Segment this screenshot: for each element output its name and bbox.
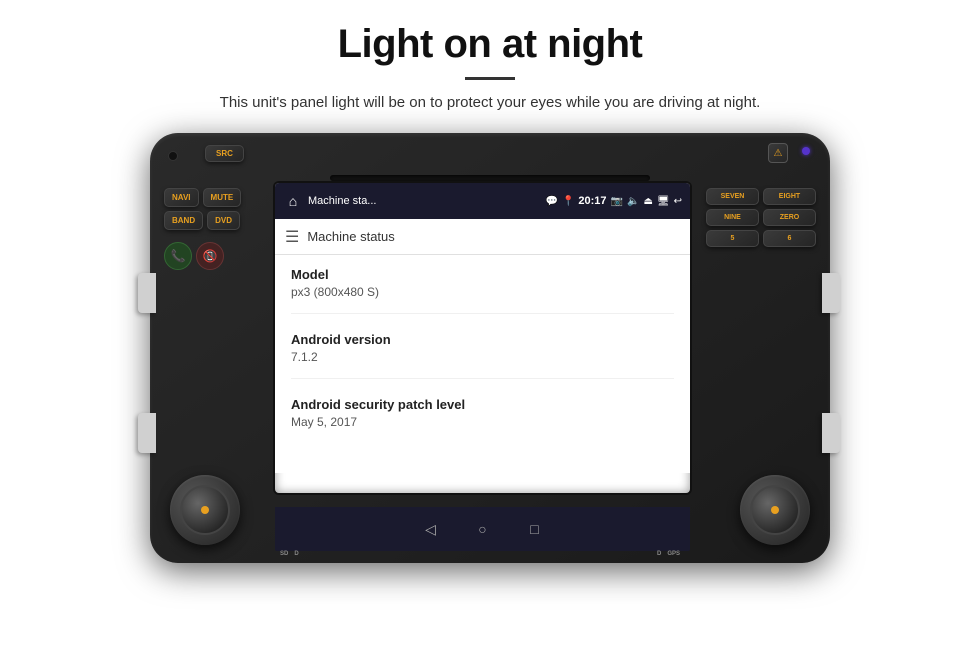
- android-statusbar: ⌂ Machine sta... 💬 📍 20:17 📷 🔈 ⏏ 🖥 ↩: [275, 183, 690, 219]
- right-buttons-panel: SEVEN EIGHT NINE ZERO 5 6: [706, 188, 816, 247]
- title-divider: [465, 77, 515, 80]
- left-tab-1: [138, 273, 156, 313]
- six-button[interactable]: 6: [763, 230, 816, 247]
- right-tabs: [822, 223, 842, 503]
- nav-recent-button[interactable]: □: [521, 515, 549, 543]
- page-subtitle: This unit's panel light will be on to pr…: [220, 94, 761, 111]
- warning-icon: ⚠: [768, 143, 788, 163]
- nine-button[interactable]: NINE: [706, 209, 759, 226]
- right-knob-inner: [750, 485, 800, 535]
- security-patch-value: May 5, 2017: [291, 415, 674, 429]
- right-knob-dot: [771, 506, 779, 514]
- menu-icon[interactable]: ☰: [285, 227, 299, 247]
- android-version-section: Android version 7.1.2: [291, 332, 674, 379]
- sd-label: SD: [280, 551, 288, 557]
- band-dvd-row: BAND DVD: [164, 211, 264, 230]
- android-version-label: Android version: [291, 332, 674, 347]
- page-container: Light on at night This unit's panel ligh…: [0, 0, 980, 655]
- statusbar-title: Machine sta...: [308, 195, 541, 207]
- head-unit: SRC ⚠ NAVI MUTE BAND: [150, 133, 830, 563]
- src-button[interactable]: SRC: [205, 145, 244, 162]
- model-value: px3 (800x480 S): [291, 285, 674, 299]
- left-tabs: [138, 223, 158, 503]
- right-tab-1: [822, 273, 840, 313]
- d-label: D: [294, 551, 298, 557]
- android-navbar: ◁ ○ □: [275, 507, 690, 551]
- statusbar-icons: 💬 📍 20:17 📷 🔈 ⏏ 🖥 ↩: [546, 195, 683, 207]
- bottom-right-slots: D GPS: [657, 551, 680, 557]
- d-right-label: D: [657, 551, 661, 557]
- seven-button[interactable]: SEVEN: [706, 188, 759, 205]
- model-section: Model px3 (800x480 S): [291, 267, 674, 314]
- navi-mute-row: NAVI MUTE: [164, 188, 264, 207]
- mute-button[interactable]: MUTE: [203, 188, 242, 207]
- camera-icon: 📷: [611, 196, 623, 207]
- head-unit-wrapper: SRC ⚠ NAVI MUTE BAND: [150, 133, 830, 563]
- number-grid: SEVEN EIGHT NINE ZERO 5 6: [706, 188, 816, 247]
- gps-label: GPS: [667, 551, 680, 557]
- zero-button[interactable]: ZERO: [763, 209, 816, 226]
- indicator-light: [802, 147, 810, 155]
- security-patch-section: Android security patch level May 5, 2017: [291, 397, 674, 443]
- bottom-left-slots: SD D: [280, 551, 299, 557]
- volume-icon: 🔈: [627, 196, 639, 207]
- call-accept-icon: 📞: [171, 249, 186, 263]
- screen-icon: 🖥: [657, 196, 670, 207]
- model-label: Model: [291, 267, 674, 282]
- right-tuner-knob[interactable]: [740, 475, 810, 545]
- screen-area: ⌂ Machine sta... 💬 📍 20:17 📷 🔈 ⏏ 🖥 ↩: [275, 183, 690, 493]
- left-knob-dot: [201, 506, 209, 514]
- nav-home-button[interactable]: ○: [469, 515, 497, 543]
- location-icon: 📍: [562, 196, 574, 207]
- statusbar-time: 20:17: [578, 195, 606, 207]
- back-icon[interactable]: ↩: [674, 196, 682, 207]
- left-knob-inner: [180, 485, 230, 535]
- cd-slot: [330, 175, 650, 181]
- call-buttons-row: 📞 📵: [164, 242, 264, 270]
- eject-icon: ⏏: [643, 196, 652, 207]
- five-button[interactable]: 5: [706, 230, 759, 247]
- app-header-title: Machine status: [307, 229, 394, 244]
- eight-button[interactable]: EIGHT: [763, 188, 816, 205]
- left-volume-knob[interactable]: [170, 475, 240, 545]
- band-button[interactable]: BAND: [164, 211, 203, 230]
- dvd-button[interactable]: DVD: [207, 211, 240, 230]
- android-body: Model px3 (800x480 S) Android version 7.…: [275, 255, 690, 473]
- camera-dot: [168, 151, 178, 161]
- page-title: Light on at night: [338, 22, 643, 67]
- message-icon: 💬: [546, 196, 558, 207]
- android-app-header: ☰ Machine status: [275, 219, 690, 255]
- android-version-value: 7.1.2: [291, 350, 674, 364]
- call-buttons: 📞 📵: [164, 242, 264, 270]
- right-tab-2: [822, 413, 840, 453]
- warning-indicator: ⚠: [768, 143, 788, 163]
- nav-back-button[interactable]: ◁: [417, 515, 445, 543]
- call-end-icon: 📵: [203, 249, 218, 263]
- home-icon[interactable]: ⌂: [283, 191, 303, 211]
- left-tab-2: [138, 413, 156, 453]
- src-button-area: SRC: [205, 145, 244, 162]
- security-patch-label: Android security patch level: [291, 397, 674, 412]
- call-end-button[interactable]: 📵: [196, 242, 224, 270]
- navi-button[interactable]: NAVI: [164, 188, 199, 207]
- call-accept-button[interactable]: 📞: [164, 242, 192, 270]
- left-buttons-panel: NAVI MUTE BAND DVD 📞 📵: [164, 188, 264, 270]
